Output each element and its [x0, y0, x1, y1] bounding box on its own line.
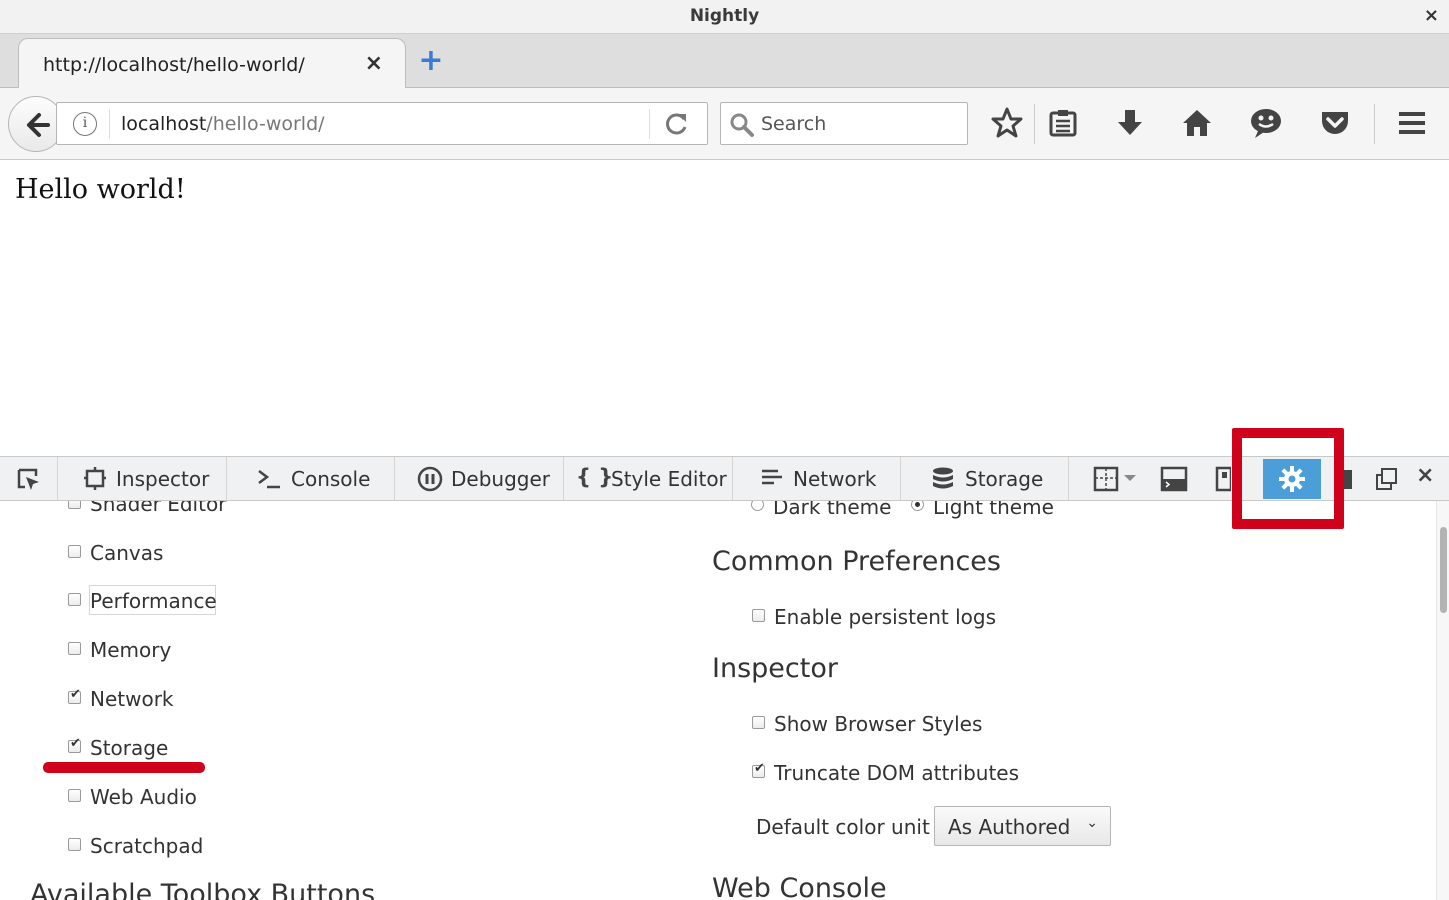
checkbox[interactable] — [752, 609, 765, 622]
home-icon[interactable] — [1180, 106, 1214, 140]
common-preferences-heading: Common Preferences — [712, 546, 1001, 577]
devtools-close-button[interactable]: × — [1416, 463, 1434, 488]
color-unit-label: Default color unit — [756, 815, 930, 839]
window-title: Nightly — [689, 6, 760, 26]
style-editor-icon: { } — [576, 465, 614, 489]
undock-window-icon[interactable] — [1372, 464, 1402, 494]
navigation-toolbar: i localhost/hello-world/ — [0, 88, 1449, 160]
split-console-icon[interactable] — [1160, 464, 1190, 494]
tab-style-editor[interactable]: { } Style Editor — [564, 457, 733, 500]
back-arrow-icon — [27, 113, 50, 137]
checkbox[interactable] — [68, 501, 81, 509]
url-bar[interactable]: i localhost/hello-world/ — [56, 102, 708, 145]
search-bar[interactable] — [720, 102, 968, 145]
responsive-design-icon[interactable] — [1215, 464, 1231, 494]
tab-label: Network — [793, 467, 877, 491]
page-content: Hello world! — [0, 160, 1449, 456]
tab-network[interactable]: Network — [733, 457, 901, 500]
checkbox[interactable] — [68, 736, 81, 753]
checkbox[interactable] — [68, 642, 81, 655]
reload-icon[interactable] — [663, 110, 691, 138]
inspector-heading: Inspector — [712, 653, 838, 684]
network-icon — [762, 469, 782, 485]
color-unit-select[interactable]: As Authored ⌄ — [934, 806, 1111, 846]
option-label: Memory — [90, 638, 172, 662]
option-label: Light theme — [933, 501, 1054, 519]
option-label: Show Browser Styles — [774, 712, 983, 736]
option-label: Web Audio — [90, 785, 197, 809]
tab-debugger[interactable]: Debugger — [395, 457, 564, 500]
checkbox[interactable] — [68, 593, 81, 606]
checkbox[interactable] — [68, 789, 81, 802]
scrollbar-thumb[interactable] — [1440, 527, 1447, 613]
option-label: Truncate DOM attributes — [774, 761, 1020, 785]
frame-select-dropdown-icon[interactable] — [1093, 464, 1139, 494]
page-heading: Hello world! — [15, 174, 186, 205]
storage-icon — [933, 467, 953, 489]
select-value: As Authored — [948, 815, 1071, 839]
checkbox[interactable] — [68, 838, 81, 851]
url-divider-right — [649, 109, 650, 139]
radio-button[interactable] — [911, 501, 924, 511]
element-picker-icon — [17, 468, 39, 490]
tab-label: Console — [291, 467, 371, 491]
checkbox[interactable] — [68, 545, 81, 558]
tab-label: Storage — [965, 467, 1044, 491]
search-icon — [730, 113, 754, 137]
option-label: Scratchpad — [90, 834, 204, 858]
inspector-icon — [84, 467, 106, 490]
checkbox[interactable] — [68, 687, 81, 704]
web-console-heading: Web Console — [712, 873, 887, 900]
highlight-box — [1232, 428, 1344, 529]
radio-button[interactable] — [751, 501, 764, 511]
url-host: localhost — [121, 113, 207, 135]
option-label: Dark theme — [773, 501, 892, 519]
console-icon — [258, 470, 280, 489]
hamburger-menu-icon[interactable] — [1395, 106, 1429, 140]
option-label: Performance — [90, 589, 217, 613]
option-label: Enable persistent logs — [774, 605, 997, 629]
window-close-button[interactable]: × — [1424, 5, 1439, 26]
tab-console[interactable]: Console — [227, 457, 395, 500]
available-buttons-heading: Available Toolbox Buttons — [30, 879, 376, 900]
checkbox[interactable] — [752, 761, 765, 778]
window-titlebar: Nightly × — [0, 0, 1449, 34]
tab-title: http://localhost/hello-world/ — [43, 54, 305, 76]
toolbar-divider — [1374, 104, 1375, 144]
checkbox[interactable] — [752, 716, 765, 729]
debugger-icon — [417, 466, 443, 492]
option-label: Storage — [90, 736, 169, 760]
options-scrollbar[interactable] — [1436, 501, 1449, 900]
tab-inspector[interactable]: Inspector — [58, 457, 227, 500]
url-divider — [109, 109, 110, 139]
option-label: Network — [90, 687, 174, 711]
new-tab-button[interactable]: + — [416, 46, 446, 76]
highlight-underline — [43, 762, 205, 773]
site-info-icon[interactable]: i — [73, 112, 97, 136]
pocket-icon[interactable] — [1318, 106, 1352, 140]
tab-label: Debugger — [451, 467, 550, 491]
search-input[interactable] — [761, 109, 961, 139]
chevron-down-icon: ⌄ — [1086, 815, 1098, 831]
element-picker-button[interactable] — [0, 457, 58, 500]
tab-label: Style Editor — [611, 467, 727, 491]
bookmark-star-icon[interactable] — [990, 106, 1024, 140]
bookmarks-menu-icon[interactable] — [1046, 106, 1080, 140]
tab-storage[interactable]: Storage — [901, 457, 1069, 500]
tab-close-button[interactable]: × — [365, 51, 383, 76]
tab-label: Inspector — [116, 467, 210, 491]
browser-tab[interactable]: http://localhost/hello-world/ × — [18, 38, 406, 89]
hello-chat-icon[interactable] — [1249, 106, 1283, 140]
tab-strip: http://localhost/hello-world/ × + — [0, 34, 1449, 89]
url-text[interactable]: localhost/hello-world/ — [121, 113, 325, 135]
url-path: /hello-world/ — [206, 113, 325, 135]
toolbox-options-panel: Shader Editor Canvas Performance Memory … — [0, 501, 1436, 900]
option-label: Canvas — [90, 541, 164, 565]
downloads-icon[interactable] — [1113, 106, 1147, 140]
toolbar-divider — [1034, 104, 1035, 144]
option-label: Shader Editor — [90, 501, 227, 516]
